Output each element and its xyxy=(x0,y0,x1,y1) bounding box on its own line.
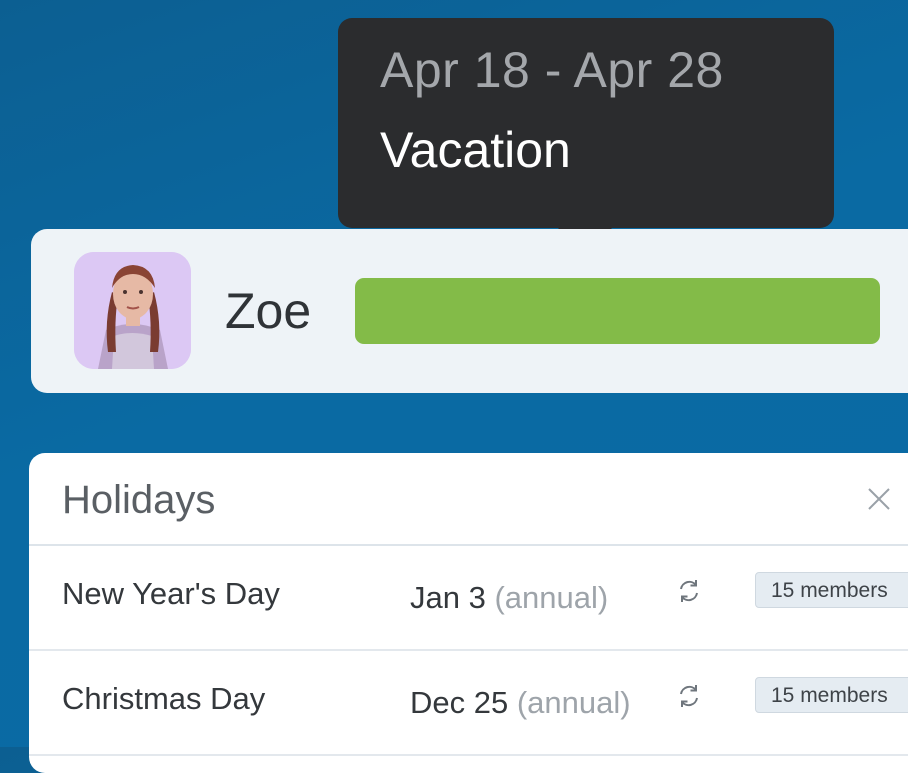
event-tooltip: Apr 18 - Apr 28 Vacation xyxy=(338,18,834,255)
panel-title: Holidays xyxy=(62,478,216,522)
holiday-date-value: Dec 25 xyxy=(410,685,509,720)
holiday-name: New Year's Day xyxy=(62,576,280,611)
tooltip-event-type: Vacation xyxy=(380,122,571,178)
close-icon[interactable] xyxy=(866,486,892,512)
members-badge[interactable]: 15 members xyxy=(755,572,908,608)
user-name: Zoe xyxy=(225,283,312,339)
repeat-icon xyxy=(680,685,698,707)
holiday-date: Jan 3 (annual) xyxy=(410,578,608,618)
members-badge[interactable]: 15 members xyxy=(755,677,908,713)
avatar-image xyxy=(74,252,191,369)
holiday-recurrence: (annual) xyxy=(494,580,609,615)
holiday-date-value: Jan 3 xyxy=(410,580,486,615)
holiday-row[interactable]: Christmas Day Dec 25 (annual) 15 members xyxy=(29,651,908,756)
tooltip-date-range: Apr 18 - Apr 28 xyxy=(380,42,724,98)
vacation-bar[interactable] xyxy=(355,278,880,344)
holiday-recurrence: (annual) xyxy=(516,685,631,720)
user-timeline-row: Zoe xyxy=(31,229,908,393)
avatar[interactable] xyxy=(74,252,191,369)
holiday-date: Dec 25 (annual) xyxy=(410,683,631,723)
holiday-name: Christmas Day xyxy=(62,681,266,716)
repeat-icon xyxy=(680,580,698,602)
panel-header: Holidays xyxy=(29,453,908,546)
holiday-row[interactable]: New Year's Day Jan 3 (annual) 15 members xyxy=(29,546,908,651)
holidays-panel: Holidays New Year's Day Jan 3 (annual) 1… xyxy=(29,453,908,773)
